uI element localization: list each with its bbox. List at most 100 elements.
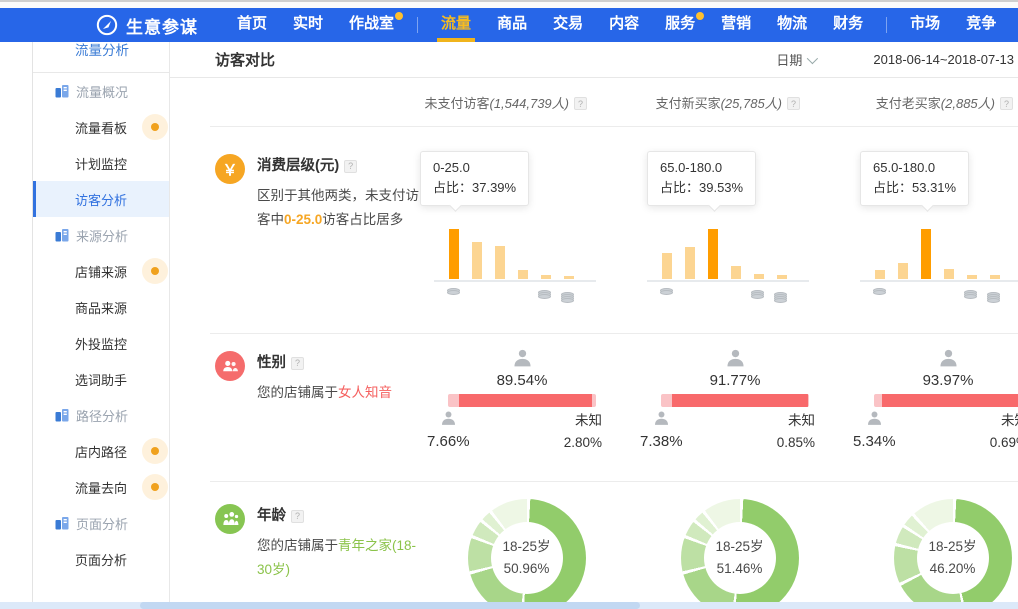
bar-segment[interactable] bbox=[898, 263, 908, 279]
male-bar-segment[interactable] bbox=[661, 394, 672, 407]
notification-dot bbox=[142, 114, 168, 140]
bar-segment[interactable] bbox=[564, 276, 574, 279]
sidebar-item-流量看板[interactable]: 流量看板 bbox=[33, 109, 169, 145]
bar-segment[interactable] bbox=[495, 246, 505, 279]
nav-item-交易[interactable]: 交易 bbox=[540, 8, 596, 42]
sidebar-item-店铺来源[interactable]: 店铺来源 bbox=[33, 253, 169, 289]
desc-segment: 0-25.0 bbox=[284, 212, 322, 227]
building-icon bbox=[55, 84, 69, 98]
gender-chart: 89.54%7.66%未知2.80% bbox=[448, 348, 596, 453]
male-block: 7.66% bbox=[427, 410, 470, 453]
bar-chart bbox=[875, 227, 1000, 279]
sidebar-item-店内路径[interactable]: 店内路径 bbox=[33, 433, 169, 469]
nav-item-作战室[interactable]: 作战室 bbox=[336, 8, 407, 42]
age-donut-chart[interactable]: 18-25岁51.46% bbox=[681, 499, 799, 609]
female-bar-segment[interactable] bbox=[882, 394, 1018, 407]
help-icon[interactable]: ? bbox=[787, 97, 800, 110]
donut-center: 18-25岁50.96% bbox=[491, 522, 563, 594]
unknown-bar-segment[interactable] bbox=[808, 394, 809, 407]
nav-item-商品[interactable]: 商品 bbox=[484, 8, 540, 42]
tooltip-range: 65.0-180.0 bbox=[873, 158, 956, 178]
male-bar-segment[interactable] bbox=[448, 394, 459, 407]
sidebar-item-页面分析[interactable]: 页面分析 bbox=[33, 541, 169, 577]
date-range-value[interactable]: 2018-06-14~2018-07-13 bbox=[873, 52, 1014, 67]
female-person-icon bbox=[938, 348, 959, 369]
sidebar-item-外投监控[interactable]: 外投监控 bbox=[33, 325, 169, 361]
row-title: 消费层级(元) bbox=[257, 158, 339, 174]
desc-segment: 您的店铺属于 bbox=[257, 385, 338, 400]
gender-stacked-bar[interactable] bbox=[661, 394, 809, 407]
bar-segment[interactable] bbox=[541, 275, 551, 279]
bar-segment[interactable] bbox=[754, 274, 764, 279]
unknown-bar-segment[interactable] bbox=[592, 394, 596, 407]
coin-stack-icon bbox=[660, 291, 673, 295]
male-bar-segment[interactable] bbox=[874, 394, 882, 407]
bar-segment[interactable] bbox=[777, 275, 787, 279]
sidebar-item-页面分析[interactable]: 页面分析 bbox=[33, 505, 169, 541]
sidebar-item-选词助手[interactable]: 选词助手 bbox=[33, 361, 169, 397]
nav-item-竞争[interactable]: 竞争 bbox=[953, 8, 1009, 42]
bar-segment[interactable] bbox=[731, 266, 741, 279]
nav-item-营销[interactable]: 营销 bbox=[708, 8, 764, 42]
column-header-支付老买家: 支付老买家(2,885人)? bbox=[846, 93, 1018, 112]
bar-segment[interactable] bbox=[685, 247, 695, 279]
nav-item-流量[interactable]: 流量 bbox=[428, 8, 484, 42]
female-bar-segment[interactable] bbox=[459, 394, 592, 407]
gender-stacked-bar[interactable] bbox=[448, 394, 596, 407]
male-block: 7.38% bbox=[640, 410, 683, 453]
nav-item-物流[interactable]: 物流 bbox=[764, 8, 820, 42]
sidebar-item-流量概况[interactable]: 流量概况 bbox=[33, 73, 169, 109]
date-dropdown[interactable]: 日期 bbox=[776, 50, 815, 69]
nav-item-市场[interactable]: 市场 bbox=[897, 8, 953, 42]
gender-stacked-bar[interactable] bbox=[874, 394, 1018, 407]
gender-icon bbox=[215, 351, 245, 381]
sidebar-item-商品来源[interactable]: 商品来源 bbox=[33, 289, 169, 325]
help-icon[interactable]: ? bbox=[344, 160, 357, 173]
horizontal-scrollbar[interactable] bbox=[0, 602, 1018, 609]
sidebar-item-来源分析[interactable]: 来源分析 bbox=[33, 217, 169, 253]
bar-segment[interactable] bbox=[944, 269, 954, 279]
chart-baseline bbox=[860, 280, 1018, 282]
sidebar-item-traffic-analysis[interactable]: 流量分析 bbox=[33, 38, 169, 73]
bar-segment[interactable] bbox=[967, 275, 977, 279]
nav-item-内容[interactable]: 内容 bbox=[596, 8, 652, 42]
help-icon[interactable]: ? bbox=[291, 357, 304, 370]
nav-item-实时[interactable]: 实时 bbox=[280, 8, 336, 42]
column-headers: 未支付访客(1,544,739人)?支付新买家(25,785人)?支付老买家(2… bbox=[210, 78, 1018, 127]
tooltip-arrow bbox=[708, 199, 721, 212]
nav-item-服务[interactable]: 服务 bbox=[652, 8, 708, 42]
unknown-block: 未知2.80% bbox=[564, 410, 602, 453]
sidebar-item-访客分析[interactable]: 访客分析 bbox=[33, 181, 169, 217]
sidebar-item-label: 页面分析 bbox=[75, 550, 127, 569]
help-icon[interactable]: ? bbox=[574, 97, 587, 110]
nav-item-首页[interactable]: 首页 bbox=[224, 8, 280, 42]
bar-segment[interactable] bbox=[921, 229, 931, 279]
bar-segment[interactable] bbox=[662, 253, 672, 279]
sidebar-item-流量去向[interactable]: 流量去向 bbox=[33, 469, 169, 505]
bar-segment[interactable] bbox=[990, 275, 1000, 279]
bar-segment[interactable] bbox=[518, 270, 528, 279]
brand[interactable]: 生意参谋 bbox=[96, 13, 198, 38]
sidebar-item-路径分析[interactable]: 路径分析 bbox=[33, 397, 169, 433]
bar-segment[interactable] bbox=[449, 229, 459, 279]
age-donut-chart[interactable]: 18-25岁46.20% bbox=[894, 499, 1012, 609]
column-header-支付新买家: 支付新买家(25,785人)? bbox=[633, 93, 846, 112]
bar-segment[interactable] bbox=[875, 270, 885, 279]
age-donut-chart[interactable]: 18-25岁50.96% bbox=[468, 499, 586, 609]
tooltip-value: 占比：37.39% bbox=[433, 178, 516, 198]
column-count: (2,885人) bbox=[941, 96, 995, 111]
row-title-line: 性别? bbox=[257, 351, 423, 372]
help-icon[interactable]: ? bbox=[291, 510, 304, 523]
female-bar-segment[interactable] bbox=[672, 394, 808, 407]
consumption-icon: ￥ bbox=[215, 154, 245, 184]
row-title: 性别 bbox=[257, 355, 286, 371]
coin bbox=[987, 298, 1000, 303]
sidebar-item-计划监控[interactable]: 计划监控 bbox=[33, 145, 169, 181]
help-icon[interactable]: ? bbox=[1000, 97, 1013, 110]
row-label-text: 消费层级(元)?区别于其他两类，未支付访客中0-25.0访客占比居多 bbox=[257, 154, 423, 333]
horizontal-scrollbar-thumb[interactable] bbox=[140, 602, 640, 609]
date-controls: 日期 2018-06-14~2018-07-13 bbox=[776, 50, 1014, 69]
bar-segment[interactable] bbox=[472, 242, 482, 279]
nav-item-财务[interactable]: 财务 bbox=[820, 8, 876, 42]
bar-segment[interactable] bbox=[708, 229, 718, 279]
